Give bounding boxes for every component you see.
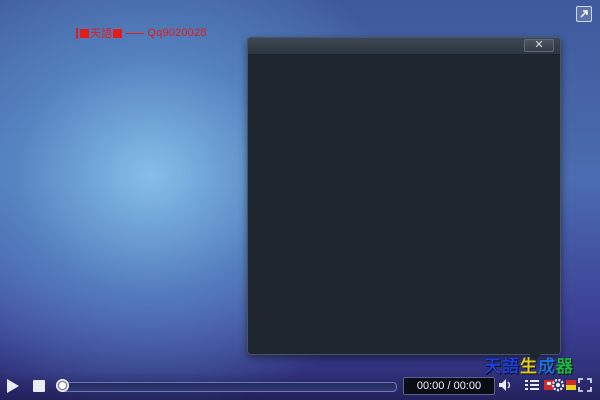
- expand-button[interactable]: [576, 6, 592, 22]
- settings-button[interactable]: [551, 377, 565, 393]
- volume-button[interactable]: [498, 377, 514, 393]
- progress-thumb[interactable]: [56, 379, 69, 392]
- playlist-panel: ✕: [247, 37, 561, 355]
- watermark-box: [80, 28, 89, 38]
- control-bar: 00:00 / 00:00: [0, 372, 600, 400]
- flag-icon: [566, 380, 576, 390]
- panel-close-button[interactable]: ✕: [524, 39, 554, 52]
- watermark-bar: [76, 27, 78, 39]
- watermark-text-2: Qq9020028: [147, 27, 207, 39]
- panel-body: [248, 55, 560, 354]
- fullscreen-icon: [578, 378, 592, 392]
- panel-header: ✕: [248, 38, 560, 55]
- fullscreen-button[interactable]: [578, 377, 592, 393]
- stop-icon[interactable]: [33, 380, 45, 392]
- watermark-line: [126, 32, 145, 34]
- time-display: 00:00 / 00:00: [403, 377, 495, 395]
- expand-icon: [580, 10, 588, 18]
- playlist-button[interactable]: [523, 377, 541, 393]
- play-icon[interactable]: [7, 379, 19, 393]
- watermark-box: [113, 28, 123, 38]
- watermark-caption: 天語 Qq9020028: [76, 26, 207, 40]
- watermark-text-1: 天語: [90, 28, 113, 40]
- gear-icon: [551, 378, 565, 392]
- playlist-icon: [525, 380, 539, 390]
- player-window: { "watermark": { "text_1": "天語", "text_2…: [0, 0, 600, 400]
- progress-bar[interactable]: [60, 382, 397, 392]
- volume-icon: [499, 379, 511, 391]
- logo-flag-mark: [566, 377, 576, 393]
